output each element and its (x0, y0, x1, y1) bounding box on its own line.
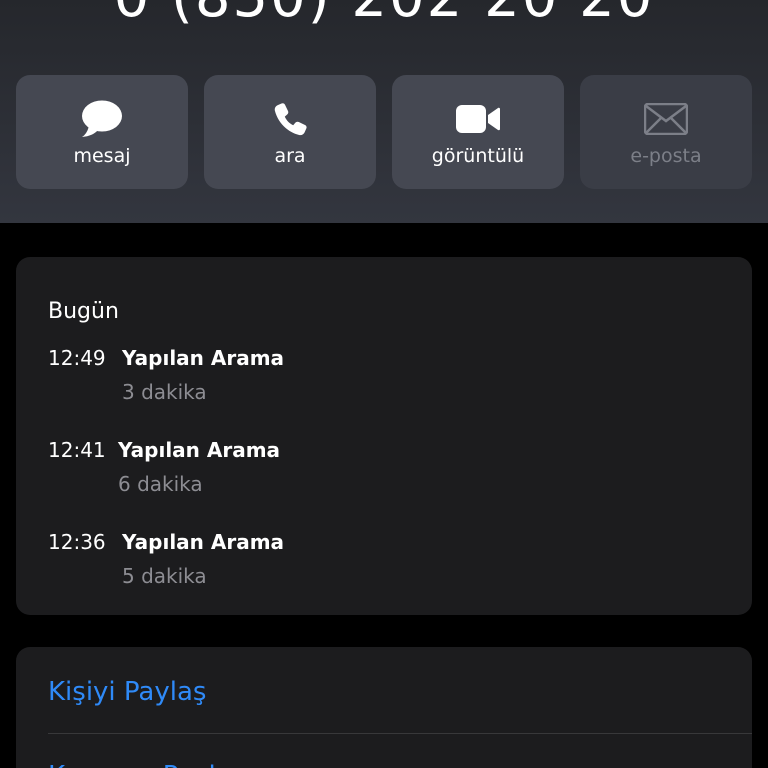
envelope-icon (636, 99, 696, 139)
call-history-row: 12:41 Yapılan Arama 6 dakika (48, 438, 728, 502)
divider (48, 733, 752, 734)
call-button[interactable]: ara (204, 75, 376, 189)
share-location-link[interactable]: Konumu Paylaş (48, 759, 245, 768)
call-history-title: Bugün (48, 299, 119, 324)
contact-header: 0 (850) 202 20 20 mesaj ara (0, 0, 768, 223)
email-button-label: e-posta (630, 145, 702, 167)
phone-number-title: 0 (850) 202 20 20 (0, 0, 768, 30)
call-history-row: 12:36 Yapılan Arama 5 dakika (48, 530, 728, 594)
share-options-card: Kişiyi Paylaş Konumu Paylaş (16, 647, 752, 768)
call-type: Yapılan Arama (122, 346, 285, 370)
message-button[interactable]: mesaj (16, 75, 188, 189)
call-history-row: 12:49 Yapılan Arama 3 dakika (48, 346, 728, 410)
video-button-label: görüntülü (431, 145, 525, 167)
share-contact-link[interactable]: Kişiyi Paylaş (48, 675, 206, 709)
call-button-label: ara (274, 145, 306, 167)
call-duration: 3 dakika (122, 380, 207, 404)
video-button[interactable]: görüntülü (392, 75, 564, 189)
call-type: Yapılan Arama (118, 438, 281, 462)
call-time: 12:36 (48, 530, 106, 554)
message-button-label: mesaj (73, 145, 131, 167)
contact-page: 0 (850) 202 20 20 mesaj ara (0, 0, 768, 768)
call-duration: 5 dakika (122, 564, 207, 588)
phone-icon (260, 99, 320, 139)
call-type: Yapılan Arama (122, 530, 285, 554)
video-camera-icon (448, 99, 508, 139)
call-time: 12:49 (48, 346, 106, 370)
email-button[interactable]: e-posta (580, 75, 752, 189)
call-duration: 6 dakika (118, 472, 203, 496)
call-history-card: Bugün 12:49 Yapılan Arama 3 dakika 12:41… (16, 257, 752, 615)
message-bubble-icon (72, 99, 132, 139)
call-time: 12:41 (48, 438, 106, 462)
